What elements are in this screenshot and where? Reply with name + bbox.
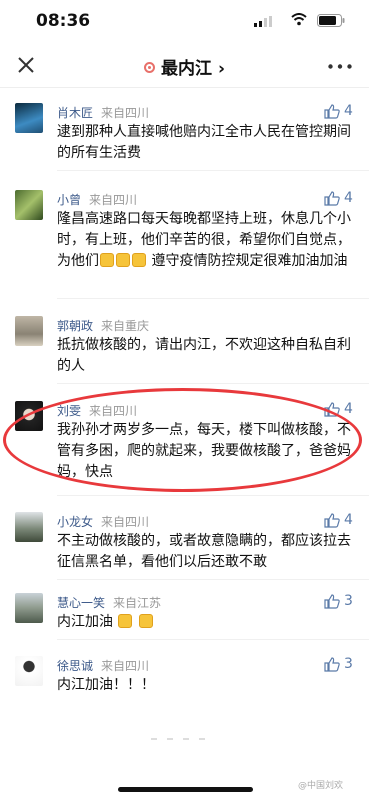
comment-location: 来自江苏 [113,596,162,610]
status-bar: 08:36 [0,0,369,40]
nav-bar: 最内江 › [0,44,369,88]
like-count: 3 [344,593,353,609]
comment-meta: 徐思诚 来自四川 [57,657,149,674]
comment-text: 内江加油！！！ [57,677,155,693]
like-button[interactable]: 4 [324,512,364,530]
comment-username[interactable]: 肖木匠 [57,106,93,120]
like-button[interactable]: 4 [324,190,364,208]
page-title-text: 最内江 [161,59,213,79]
comment-location: 来自重庆 [101,319,150,333]
fist-emoji-icon [138,614,153,628]
avatar[interactable] [15,593,43,623]
thumbs-up-icon [324,104,340,119]
comment-username[interactable]: 徐思诚 [57,659,93,673]
comment-text: 逮到那种人直接喊他赔内江全市人民在管控期间的所有生活费 [57,124,351,161]
battery-icon [317,14,345,27]
page-title[interactable]: 最内江 › [0,54,369,79]
thumbs-up-icon [324,657,340,672]
avatar[interactable] [15,512,43,542]
comment-location: 来自四川 [89,193,138,207]
divider [57,639,369,640]
wifi-icon [291,13,307,26]
comment-username[interactable]: 慧心一笑 [57,596,105,610]
like-button[interactable]: 3 [324,593,364,611]
avatar[interactable] [15,103,43,133]
comment-location: 来自四川 [101,659,150,673]
comment-username[interactable]: 郭朝政 [57,319,93,333]
comment-meta: 小龙女 来自四川 [57,513,149,530]
avatar[interactable] [15,190,43,220]
comment-meta: 肖木匠 来自四川 [57,104,149,121]
comment-text-part: 内江加油 [57,614,113,630]
avatar[interactable] [15,316,43,346]
comment-username[interactable]: 小曾 [57,193,81,207]
red-annotation-circle [3,388,362,492]
divider [57,170,369,171]
comment-location: 来自四川 [101,515,150,529]
divider [57,383,369,384]
comment-meta: 郭朝政 来自重庆 [57,317,149,334]
like-count: 4 [344,401,353,417]
like-count: 4 [344,512,353,528]
divider [57,579,369,580]
comment-meta: 慧心一笑 来自江苏 [57,594,161,611]
like-count: 4 [344,190,353,206]
like-button[interactable]: 3 [324,656,364,674]
thumbs-up-emoji-icon [116,253,130,267]
divider [57,298,369,299]
comment-meta: 小曾 来自四川 [57,191,137,208]
like-count: 3 [344,656,353,672]
comment-text: 隆昌高速路口每天每晚都坚持上班，休息几个小时，有上班，他们辛苦的很，希望你们自觉… [57,209,357,272]
home-indicator[interactable] [118,787,253,792]
status-time: 08:36 [36,11,91,31]
divider [57,495,369,496]
like-count: 4 [344,103,353,119]
comment-text-part: 遵守疫情防控规定很难加油加油 [147,253,348,269]
weibo-logo-icon [144,62,156,73]
scroll-indicator [151,725,215,744]
comment-text: 内江加油 [57,612,357,633]
chevron-right-icon: › [217,59,225,79]
fist-emoji-icon [118,614,133,628]
comment-location: 来自四川 [101,106,150,120]
thumbs-up-emoji-icon [132,253,146,267]
comment-username[interactable]: 小龙女 [57,515,93,529]
thumbs-up-emoji-icon [100,253,114,267]
comment-text: 抵抗做核酸的，请出内江，不欢迎这种自私自利的人 [57,337,351,374]
signal-icon [254,16,272,27]
thumbs-up-icon [324,191,340,206]
comment-text: 不主动做核酸的，或者故意隐瞒的，都应该拉去征信黑名单，看他们以后还敢不敢 [57,533,351,570]
like-button[interactable]: 4 [324,103,364,121]
avatar[interactable] [15,656,43,686]
watermark: @中国刘欢 [298,781,344,791]
thumbs-up-icon [324,513,340,528]
thumbs-up-icon [324,594,340,609]
more-icon[interactable] [328,64,352,69]
